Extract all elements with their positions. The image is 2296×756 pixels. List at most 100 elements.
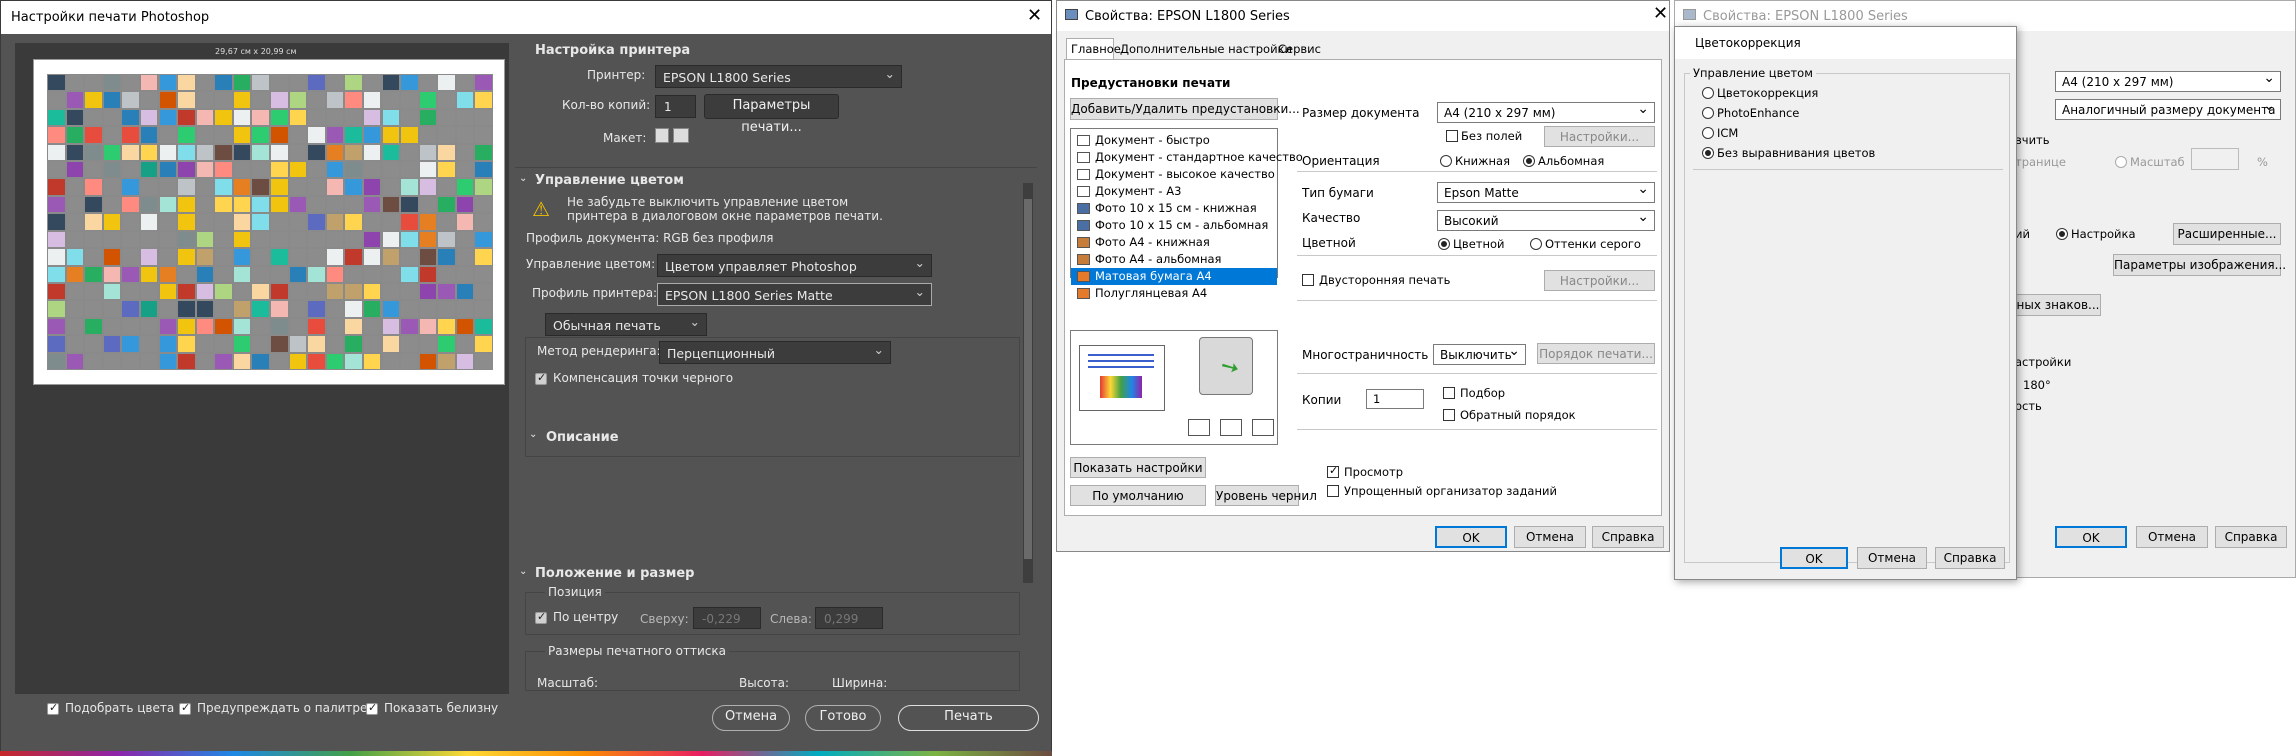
- watermark-button[interactable]: ных знаков...: [2015, 294, 2101, 316]
- center-checkbox[interactable]: [535, 610, 547, 624]
- printer-profile-label: Профиль принтера:: [532, 286, 658, 300]
- borderless-settings-button[interactable]: Настройки...: [1544, 126, 1655, 147]
- presets-list[interactable]: Документ - быстро Документ - стандартное…: [1070, 128, 1303, 300]
- black-point-checkbox[interactable]: [535, 371, 547, 385]
- color-patch: [475, 249, 492, 265]
- tab-main[interactable]: Главное: [1066, 38, 1121, 59]
- doc-size-select[interactable]: A4 (210 x 297 мм): [1437, 101, 1655, 123]
- color-correction-radio[interactable]: [1702, 87, 1714, 99]
- match-colors-checkbox[interactable]: [47, 701, 59, 715]
- print-settings-button[interactable]: Параметры печати...: [704, 94, 839, 135]
- cancel-button[interactable]: Отмена: [1514, 526, 1586, 548]
- color-patch: [271, 336, 288, 352]
- color-patch: [289, 75, 307, 91]
- doc-size-select[interactable]: A4 (210 x 297 мм): [2055, 70, 2281, 92]
- color-handling-select[interactable]: Цветом управляет Photoshop: [657, 254, 932, 277]
- preset-item[interactable]: Документ - высокое качество: [1071, 166, 1277, 183]
- rendering-select[interactable]: Перцепционный: [659, 341, 891, 364]
- custom-radio[interactable]: [2056, 228, 2068, 240]
- portrait-radio[interactable]: [1440, 155, 1452, 167]
- color-patch: [103, 196, 121, 213]
- copies-spinner[interactable]: 1: [1366, 389, 1424, 409]
- image-params-button[interactable]: Параметры изображения...: [2113, 254, 2286, 276]
- multipage-select[interactable]: Выключить: [1433, 343, 1526, 365]
- simple-job-checkbox[interactable]: [1327, 485, 1339, 497]
- cancel-button[interactable]: Отмена: [2136, 526, 2208, 548]
- cancel-button[interactable]: Отмена: [1857, 547, 1927, 569]
- duplex-settings-button[interactable]: Настройки...: [1544, 270, 1655, 291]
- page-order-button[interactable]: Порядок печати...: [1537, 343, 1655, 364]
- color-patch: [103, 162, 121, 178]
- default-button[interactable]: По умолчанию: [1070, 485, 1206, 506]
- preset-item[interactable]: Фото 10 x 15 см - альбомная: [1071, 217, 1277, 234]
- color-radio[interactable]: [1438, 238, 1450, 250]
- collapse-chevron-icon[interactable]: ⌄: [519, 173, 527, 184]
- color-patch: [382, 353, 400, 369]
- landscape-layout-icon[interactable]: [673, 128, 689, 143]
- color-patch: [252, 109, 269, 126]
- grayscale-radio[interactable]: [1530, 238, 1542, 250]
- photoenhance-radio[interactable]: [1702, 107, 1714, 119]
- printer-profile-select[interactable]: EPSON L1800 Series Matte: [657, 283, 932, 306]
- borderless-checkbox[interactable]: [1446, 130, 1458, 142]
- icm-radio[interactable]: [1702, 127, 1714, 139]
- ok-button[interactable]: OK: [1780, 547, 1848, 569]
- preset-item-selected[interactable]: Матовая бумага А4: [1071, 268, 1277, 285]
- help-button[interactable]: Справка: [2215, 526, 2287, 548]
- collapse-chevron-icon-2[interactable]: ⌄: [519, 566, 527, 577]
- ok-button[interactable]: OK: [1435, 526, 1507, 548]
- print-button[interactable]: Печать: [898, 705, 1039, 731]
- scale-input[interactable]: [2191, 148, 2239, 170]
- preview-checkbox[interactable]: [1327, 464, 1339, 478]
- printer-select[interactable]: EPSON L1800 Series: [655, 65, 902, 88]
- preset-item[interactable]: Полуглянцевая А4: [1071, 285, 1277, 302]
- preset-item[interactable]: Документ - стандартное качество: [1071, 149, 1303, 166]
- custom-label: Настройка: [2071, 227, 2136, 241]
- cancel-button[interactable]: Отмена: [712, 705, 790, 731]
- color-patch: [215, 266, 232, 282]
- color-patch: [178, 231, 195, 248]
- tab-advanced[interactable]: Дополнительные настройки: [1115, 40, 1292, 59]
- collate-checkbox[interactable]: [1443, 387, 1455, 399]
- scale-radio[interactable]: [2115, 156, 2127, 168]
- preset-item[interactable]: Фото А4 - альбомная: [1071, 251, 1277, 268]
- help-button[interactable]: Справка: [1935, 547, 2005, 569]
- quality-select[interactable]: Высокий: [1437, 209, 1655, 231]
- color-patch: [103, 109, 121, 126]
- close-icon[interactable]: ✕: [1653, 3, 1668, 24]
- done-button[interactable]: Готово: [805, 705, 881, 731]
- close-icon[interactable]: ✕: [1027, 5, 1042, 26]
- help-button[interactable]: Справка: [1592, 526, 1664, 548]
- color-patch: [140, 162, 158, 178]
- preset-item[interactable]: Фото А4 - книжная: [1071, 234, 1277, 251]
- show-settings-button[interactable]: Показать настройки: [1070, 457, 1206, 478]
- duplex-checkbox[interactable]: [1302, 274, 1314, 286]
- add-remove-presets-button[interactable]: Добавить/Удалить предустановки...: [1070, 98, 1300, 120]
- output-size-select[interactable]: Аналогичный размеру документа: [2055, 98, 2281, 120]
- color-patch: [103, 249, 121, 265]
- scrollbar[interactable]: [1023, 183, 1033, 583]
- epson-properties-dialog: Свойства: EPSON L1800 Series ✕ Главное Д…: [1056, 0, 1670, 552]
- top-input[interactable]: -0,229: [693, 607, 761, 629]
- reverse-order-checkbox[interactable]: [1443, 409, 1455, 421]
- preset-item[interactable]: Фото 10 x 15 см - книжная: [1071, 200, 1277, 217]
- tab-service[interactable]: Сервис: [1273, 40, 1321, 59]
- show-white-checkbox[interactable]: [366, 701, 378, 715]
- copies-input[interactable]: 1: [655, 95, 696, 118]
- ink-levels-button[interactable]: Уровень чернил: [1215, 485, 1317, 506]
- print-mode-select[interactable]: Обычная печать: [545, 313, 707, 336]
- preset-item[interactable]: Документ - А3: [1071, 183, 1277, 200]
- left-input[interactable]: 0,299: [815, 607, 883, 629]
- ok-button[interactable]: OK: [2055, 526, 2127, 548]
- gamut-warning-checkbox[interactable]: [179, 701, 191, 715]
- no-color-adjustment-radio[interactable]: [1702, 147, 1714, 159]
- landscape-radio[interactable]: [1523, 155, 1535, 167]
- advanced-button[interactable]: Расширенные...: [2173, 223, 2281, 245]
- color-patch: [419, 318, 437, 335]
- color-patch: [475, 266, 492, 282]
- expand-chevron-icon[interactable]: ⌄: [529, 429, 537, 440]
- portrait-layout-icon[interactable]: [655, 128, 669, 143]
- preset-item[interactable]: Документ - быстро: [1071, 132, 1277, 149]
- paper-type-select[interactable]: Epson Matte: [1437, 181, 1655, 203]
- color-patch: [382, 196, 400, 213]
